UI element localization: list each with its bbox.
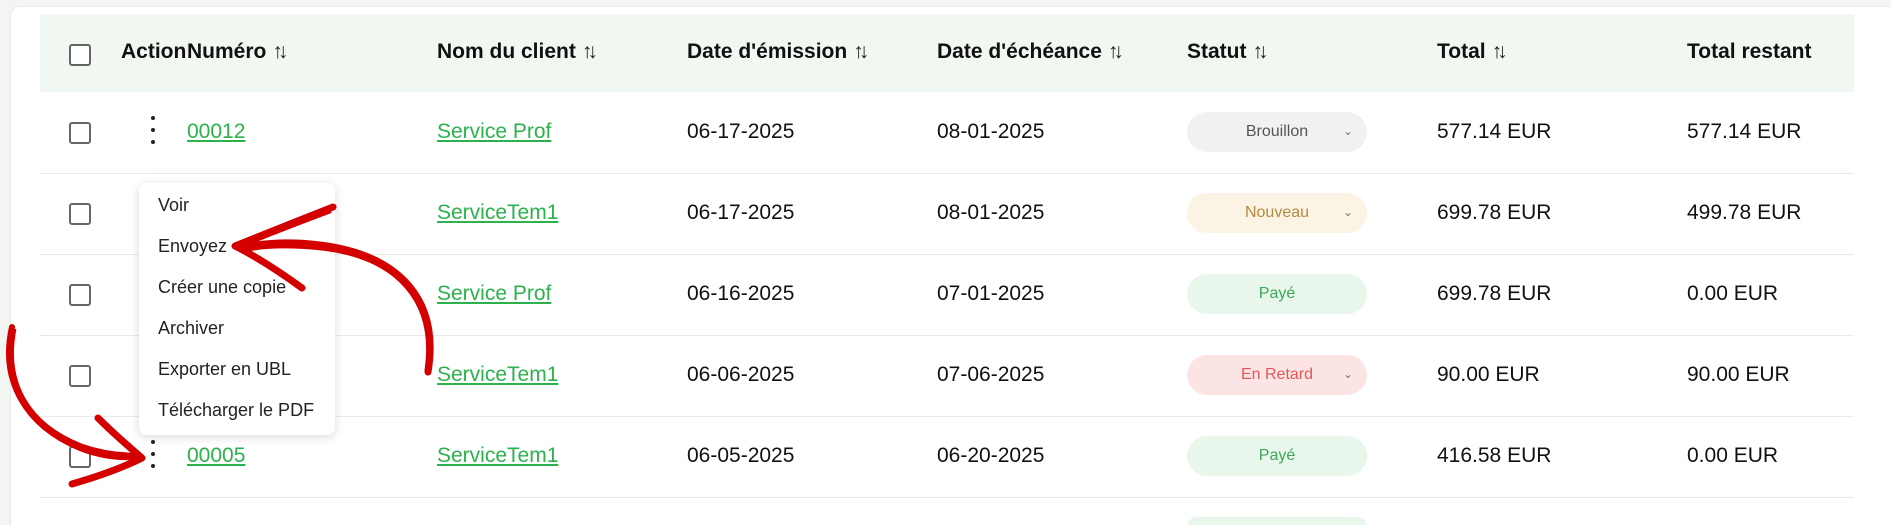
status-label: En Retard — [1240, 366, 1314, 383]
total-amount: 699.78 EUR — [1437, 201, 1552, 224]
status-badge: Payé — [1187, 274, 1367, 314]
header-emission[interactable]: Date d'émission ↑↓ — [687, 40, 869, 64]
menu-item-copy[interactable]: Créer une copie — [158, 277, 286, 298]
header-client[interactable]: Nom du client ↑↓ — [437, 40, 598, 64]
emission-date: 06-05-2025 — [687, 444, 795, 467]
header-statut[interactable]: Statut ↑↓ — [1187, 40, 1269, 64]
sort-arrows-icon[interactable]: ↑↓ — [272, 40, 288, 64]
remaining-amount: 577.14 EUR — [1687, 120, 1802, 143]
remaining-amount: 90.00 EUR — [1687, 363, 1790, 386]
client-name-link[interactable]: ServiceTem1 — [437, 444, 558, 468]
action-menu: Voir Envoyez Créer une copie Archiver Ex… — [139, 183, 335, 435]
sort-arrows-icon[interactable]: ↑↓ — [1253, 40, 1269, 64]
header-numero-label: Numéro — [187, 40, 267, 63]
sort-arrows-icon[interactable]: ↑↓ — [1492, 40, 1508, 64]
row-checkbox[interactable] — [69, 203, 91, 225]
menu-item-export-ubl[interactable]: Exporter en UBL — [158, 359, 291, 380]
header-client-label: Nom du client — [437, 40, 576, 63]
client-name-link[interactable]: ServiceTem1 — [437, 363, 558, 387]
total-amount: 699.78 EUR — [1437, 282, 1552, 305]
due-date: 08-01-2025 — [937, 120, 1045, 143]
status-label: Payé — [1258, 447, 1296, 464]
row-checkbox[interactable] — [69, 365, 91, 387]
header-echeance[interactable]: Date d'échéance ↑↓ — [937, 40, 1124, 64]
header-numero[interactable]: Numéro ↑↓ — [187, 40, 288, 64]
status-badge: Payé — [1187, 436, 1367, 476]
table-header: Action Numéro ↑↓ Nom du client ↑↓ Date d… — [40, 14, 1854, 92]
sort-arrows-icon[interactable]: ↑↓ — [853, 40, 869, 64]
chevron-down-icon: ⌄ — [1342, 124, 1353, 138]
status-label: Brouillon — [1245, 123, 1309, 140]
emission-date: 06-17-2025 — [687, 201, 795, 224]
select-all-checkbox[interactable] — [69, 44, 91, 66]
total-amount: 577.14 EUR — [1437, 120, 1552, 143]
due-date: 06-20-2025 — [937, 444, 1045, 467]
chevron-down-icon: ⌄ — [1342, 367, 1353, 381]
header-action-label: Action — [121, 40, 187, 63]
remaining-amount: 0.00 EUR — [1687, 282, 1779, 305]
total-amount: 90.00 EUR — [1437, 363, 1540, 386]
header-statut-label: Statut — [1187, 40, 1247, 63]
remaining-amount: 499.78 EUR — [1687, 201, 1802, 224]
header-total-label: Total — [1437, 40, 1486, 63]
menu-item-archive[interactable]: Archiver — [158, 318, 224, 339]
row-checkbox[interactable] — [69, 122, 91, 144]
kebab-menu-icon[interactable] — [148, 116, 158, 144]
header-restant-label: Total restant — [1687, 40, 1812, 63]
header-emission-label: Date d'émission — [687, 40, 848, 63]
header-total[interactable]: Total ↑↓ — [1437, 40, 1508, 64]
table-row: 00012 Service Prof 06-17-2025 08-01-2025… — [40, 92, 1854, 174]
invoice-number-link[interactable]: 00012 — [187, 120, 245, 144]
status-badge — [1187, 517, 1367, 525]
invoice-list-page: Action Numéro ↑↓ Nom du client ↑↓ Date d… — [0, 0, 1891, 525]
status-label: Payé — [1258, 285, 1296, 302]
status-label: Nouveau — [1244, 204, 1310, 221]
client-name-link[interactable]: Service Prof — [437, 120, 551, 144]
row-checkbox[interactable] — [69, 284, 91, 306]
chevron-down-icon: ⌄ — [1342, 205, 1353, 219]
emission-date: 06-16-2025 — [687, 282, 795, 305]
due-date: 08-01-2025 — [937, 201, 1045, 224]
menu-item-envoyez[interactable]: Envoyez — [158, 236, 227, 257]
sort-arrows-icon[interactable]: ↑↓ — [1108, 40, 1124, 64]
due-date: 07-01-2025 — [937, 282, 1045, 305]
total-amount: 416.58 EUR — [1437, 444, 1552, 467]
menu-item-voir[interactable]: Voir — [158, 195, 189, 216]
due-date: 07-06-2025 — [937, 363, 1045, 386]
client-name-link[interactable]: Service Prof — [437, 282, 551, 306]
invoice-number-link[interactable]: 00005 — [187, 444, 245, 468]
status-dropdown[interactable]: En Retard ⌄ — [1187, 355, 1367, 395]
status-dropdown[interactable]: Brouillon ⌄ — [1187, 112, 1367, 152]
client-name-link[interactable]: ServiceTem1 — [437, 201, 558, 225]
emission-date: 06-06-2025 — [687, 363, 795, 386]
kebab-menu-icon[interactable] — [148, 440, 158, 468]
header-action: Action — [121, 40, 186, 64]
header-echeance-label: Date d'échéance — [937, 40, 1102, 63]
emission-date: 06-17-2025 — [687, 120, 795, 143]
remaining-amount: 0.00 EUR — [1687, 444, 1779, 467]
header-restant: Total restant — [1687, 40, 1811, 64]
status-dropdown[interactable]: Nouveau ⌄ — [1187, 193, 1367, 233]
sort-arrows-icon[interactable]: ↑↓ — [582, 40, 598, 64]
menu-item-download-pdf[interactable]: Télécharger le PDF — [158, 400, 314, 421]
row-checkbox[interactable] — [69, 446, 91, 468]
